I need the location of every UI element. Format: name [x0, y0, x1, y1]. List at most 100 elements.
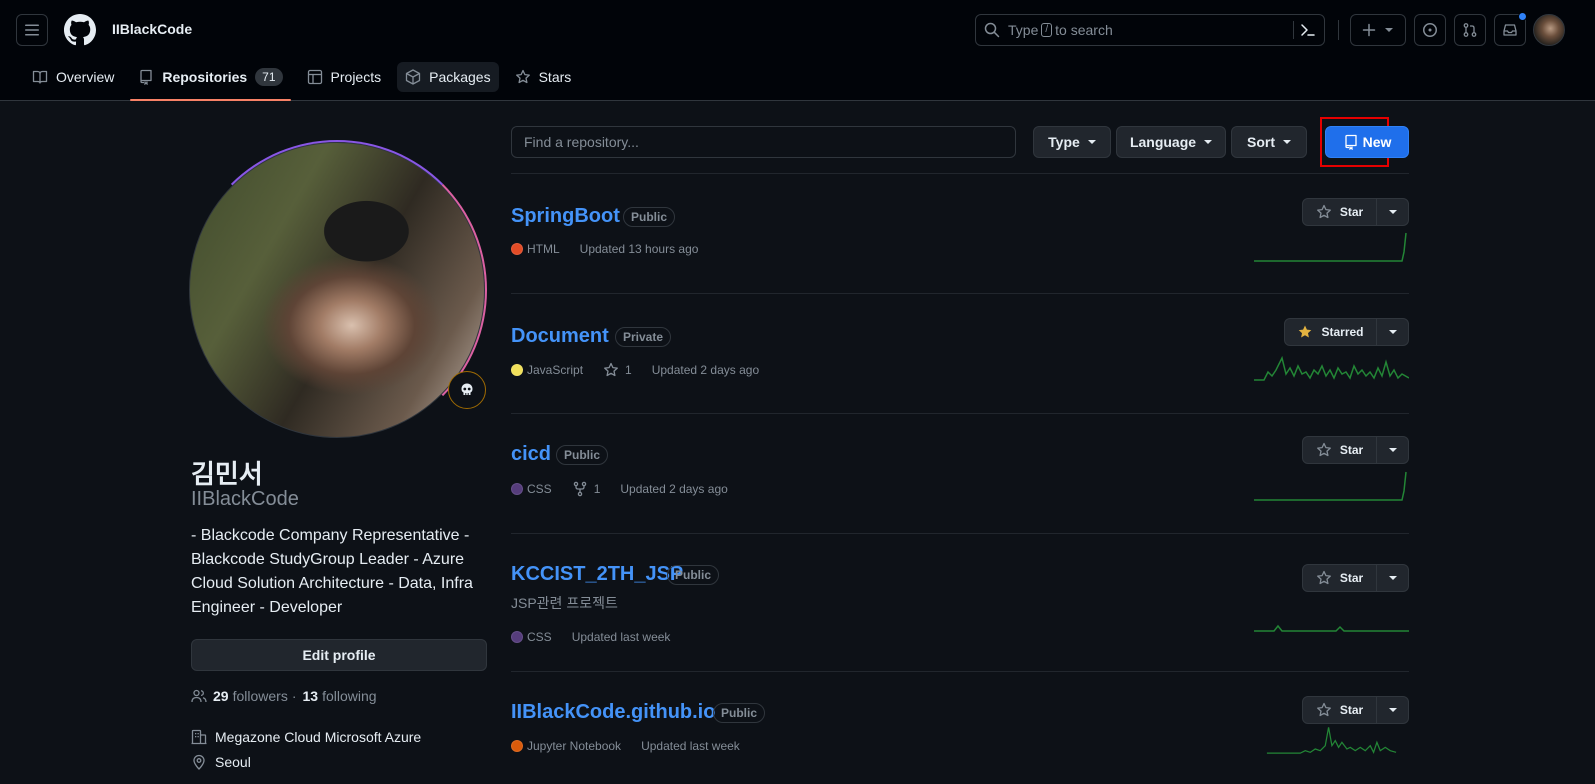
repo-star-count: 1: [625, 363, 632, 377]
tab-stars[interactable]: Stars: [507, 62, 580, 92]
unstar-button[interactable]: Starred: [1284, 318, 1377, 346]
visibility-badge: Private: [615, 327, 672, 347]
tab-repositories[interactable]: Repositories 71: [130, 62, 291, 101]
star-fill-icon: [1299, 325, 1312, 338]
language-color-dot: [511, 364, 523, 376]
followers-count[interactable]: 29: [213, 688, 229, 704]
star-button-group: Star: [1302, 696, 1409, 724]
github-logo-icon[interactable]: [64, 14, 96, 46]
repo-name-link[interactable]: KCCIST_2TH_JSP: [511, 563, 683, 586]
tab-overview[interactable]: Overview: [24, 62, 122, 92]
star-button[interactable]: Star: [1302, 696, 1377, 724]
pull-requests-button[interactable]: [1454, 14, 1486, 46]
star-button-group: Starred: [1284, 318, 1409, 346]
app-header: IIBlackCode Type / to search Overview Re…: [0, 0, 1595, 101]
star-button[interactable]: Star: [1302, 436, 1377, 464]
repo-stars-link[interactable]: 1: [603, 362, 632, 378]
activity-sparkline: [1266, 727, 1397, 754]
repository-list: SpringBoot Public HTML Updated 13 hours …: [511, 173, 1409, 784]
plus-icon: [1362, 23, 1376, 37]
following-count[interactable]: 13: [303, 688, 319, 704]
git-pull-request-icon: [1463, 23, 1477, 37]
star-icon: [1316, 204, 1331, 219]
star-list-dropdown[interactable]: [1377, 318, 1409, 346]
tab-packages[interactable]: Packages: [397, 62, 499, 92]
profile-bio: - Blackcode Company Representative - Bla…: [191, 527, 473, 616]
skull-icon: [461, 383, 473, 395]
repo-item: Document Private JavaScript 1 Updated 2 …: [511, 293, 1409, 413]
tab-label: Overview: [56, 69, 115, 85]
visibility-badge: Public: [623, 207, 676, 227]
chevron-down-icon: [1385, 28, 1393, 32]
repo-forked-icon: [573, 481, 586, 497]
star-label: Star: [1339, 571, 1364, 585]
star-list-dropdown[interactable]: [1377, 198, 1409, 226]
repo-updated: Updated 2 days ago: [620, 482, 728, 496]
location-text: Seoul: [215, 754, 251, 770]
status-badge[interactable]: [448, 371, 486, 409]
repo-meta: CSS 1 Updated 2 days ago: [511, 481, 728, 497]
find-repository-input[interactable]: [511, 126, 1016, 158]
repo-meta: CSS Updated last week: [511, 630, 670, 644]
tab-label: Projects: [330, 69, 382, 85]
following-label[interactable]: following: [322, 688, 376, 704]
issue-opened-icon: [1423, 23, 1437, 37]
repo-icon: [1344, 134, 1357, 150]
notification-indicator: [1518, 12, 1527, 21]
header-user-login[interactable]: IIBlackCode: [112, 21, 192, 37]
search-input[interactable]: Type / to search: [975, 14, 1325, 46]
repo-language: CSS: [527, 630, 552, 644]
caret-down-icon: [1388, 210, 1397, 214]
language-color-dot: [511, 631, 523, 643]
star-button-group: Star: [1302, 436, 1409, 464]
book-icon: [32, 70, 48, 84]
type-filter-button[interactable]: Type: [1033, 126, 1111, 158]
caret-down-icon: [1087, 140, 1096, 144]
star-button[interactable]: Star: [1302, 198, 1377, 226]
search-divider: [1293, 21, 1294, 39]
profile-avatar[interactable]: [189, 142, 485, 438]
table-icon: [307, 69, 322, 85]
language-color-dot: [511, 483, 523, 495]
new-repository-button[interactable]: New: [1325, 126, 1409, 158]
repo-name-link[interactable]: SpringBoot: [511, 205, 620, 228]
sort-filter-button[interactable]: Sort: [1231, 126, 1307, 158]
type-filter-label: Type: [1048, 134, 1080, 150]
tab-label: Repositories: [162, 69, 248, 85]
issues-button[interactable]: [1414, 14, 1446, 46]
repo-icon: [140, 69, 153, 85]
edit-profile-button[interactable]: Edit profile: [191, 639, 487, 671]
people-icon: [191, 689, 207, 703]
repo-language: Jupyter Notebook: [527, 739, 622, 753]
visibility-badge: Public: [556, 445, 609, 465]
star-icon: [1316, 442, 1331, 457]
star-icon: [515, 69, 530, 84]
profile-login: IIBlackCode: [191, 488, 299, 510]
profile-company: Megazone Cloud Microsoft Azure: [191, 729, 421, 745]
language-filter-button[interactable]: Language: [1116, 126, 1226, 158]
star-button[interactable]: Star: [1302, 564, 1377, 592]
repo-forks-link[interactable]: 1: [572, 481, 601, 497]
search-icon: [984, 22, 1000, 38]
visibility-badge: Public: [713, 703, 766, 723]
repo-fork-count: 1: [593, 482, 601, 496]
repo-item: IIBlackCode.github.io Public Jupyter Not…: [511, 671, 1409, 784]
repo-name-link[interactable]: cicd: [511, 443, 551, 466]
repo-name-link[interactable]: Document: [511, 325, 609, 348]
language-color-dot: [511, 243, 523, 255]
command-palette-icon[interactable]: [1300, 22, 1316, 38]
repo-language: JavaScript: [527, 363, 584, 377]
star-label: Starred: [1321, 325, 1364, 339]
star-list-dropdown[interactable]: [1377, 564, 1409, 592]
followers-label[interactable]: followers: [233, 688, 288, 704]
tab-projects[interactable]: Projects: [299, 62, 390, 92]
visibility-badge: Public: [667, 565, 720, 585]
repo-name-link[interactable]: IIBlackCode.github.io: [511, 701, 715, 724]
caret-down-icon: [1283, 140, 1291, 144]
star-list-dropdown[interactable]: [1377, 696, 1409, 724]
user-avatar-menu[interactable]: [1533, 14, 1565, 46]
create-new-button[interactable]: [1350, 14, 1406, 46]
star-list-dropdown[interactable]: [1377, 436, 1409, 464]
menu-button[interactable]: [16, 14, 48, 46]
star-button-group: Star: [1302, 198, 1409, 226]
